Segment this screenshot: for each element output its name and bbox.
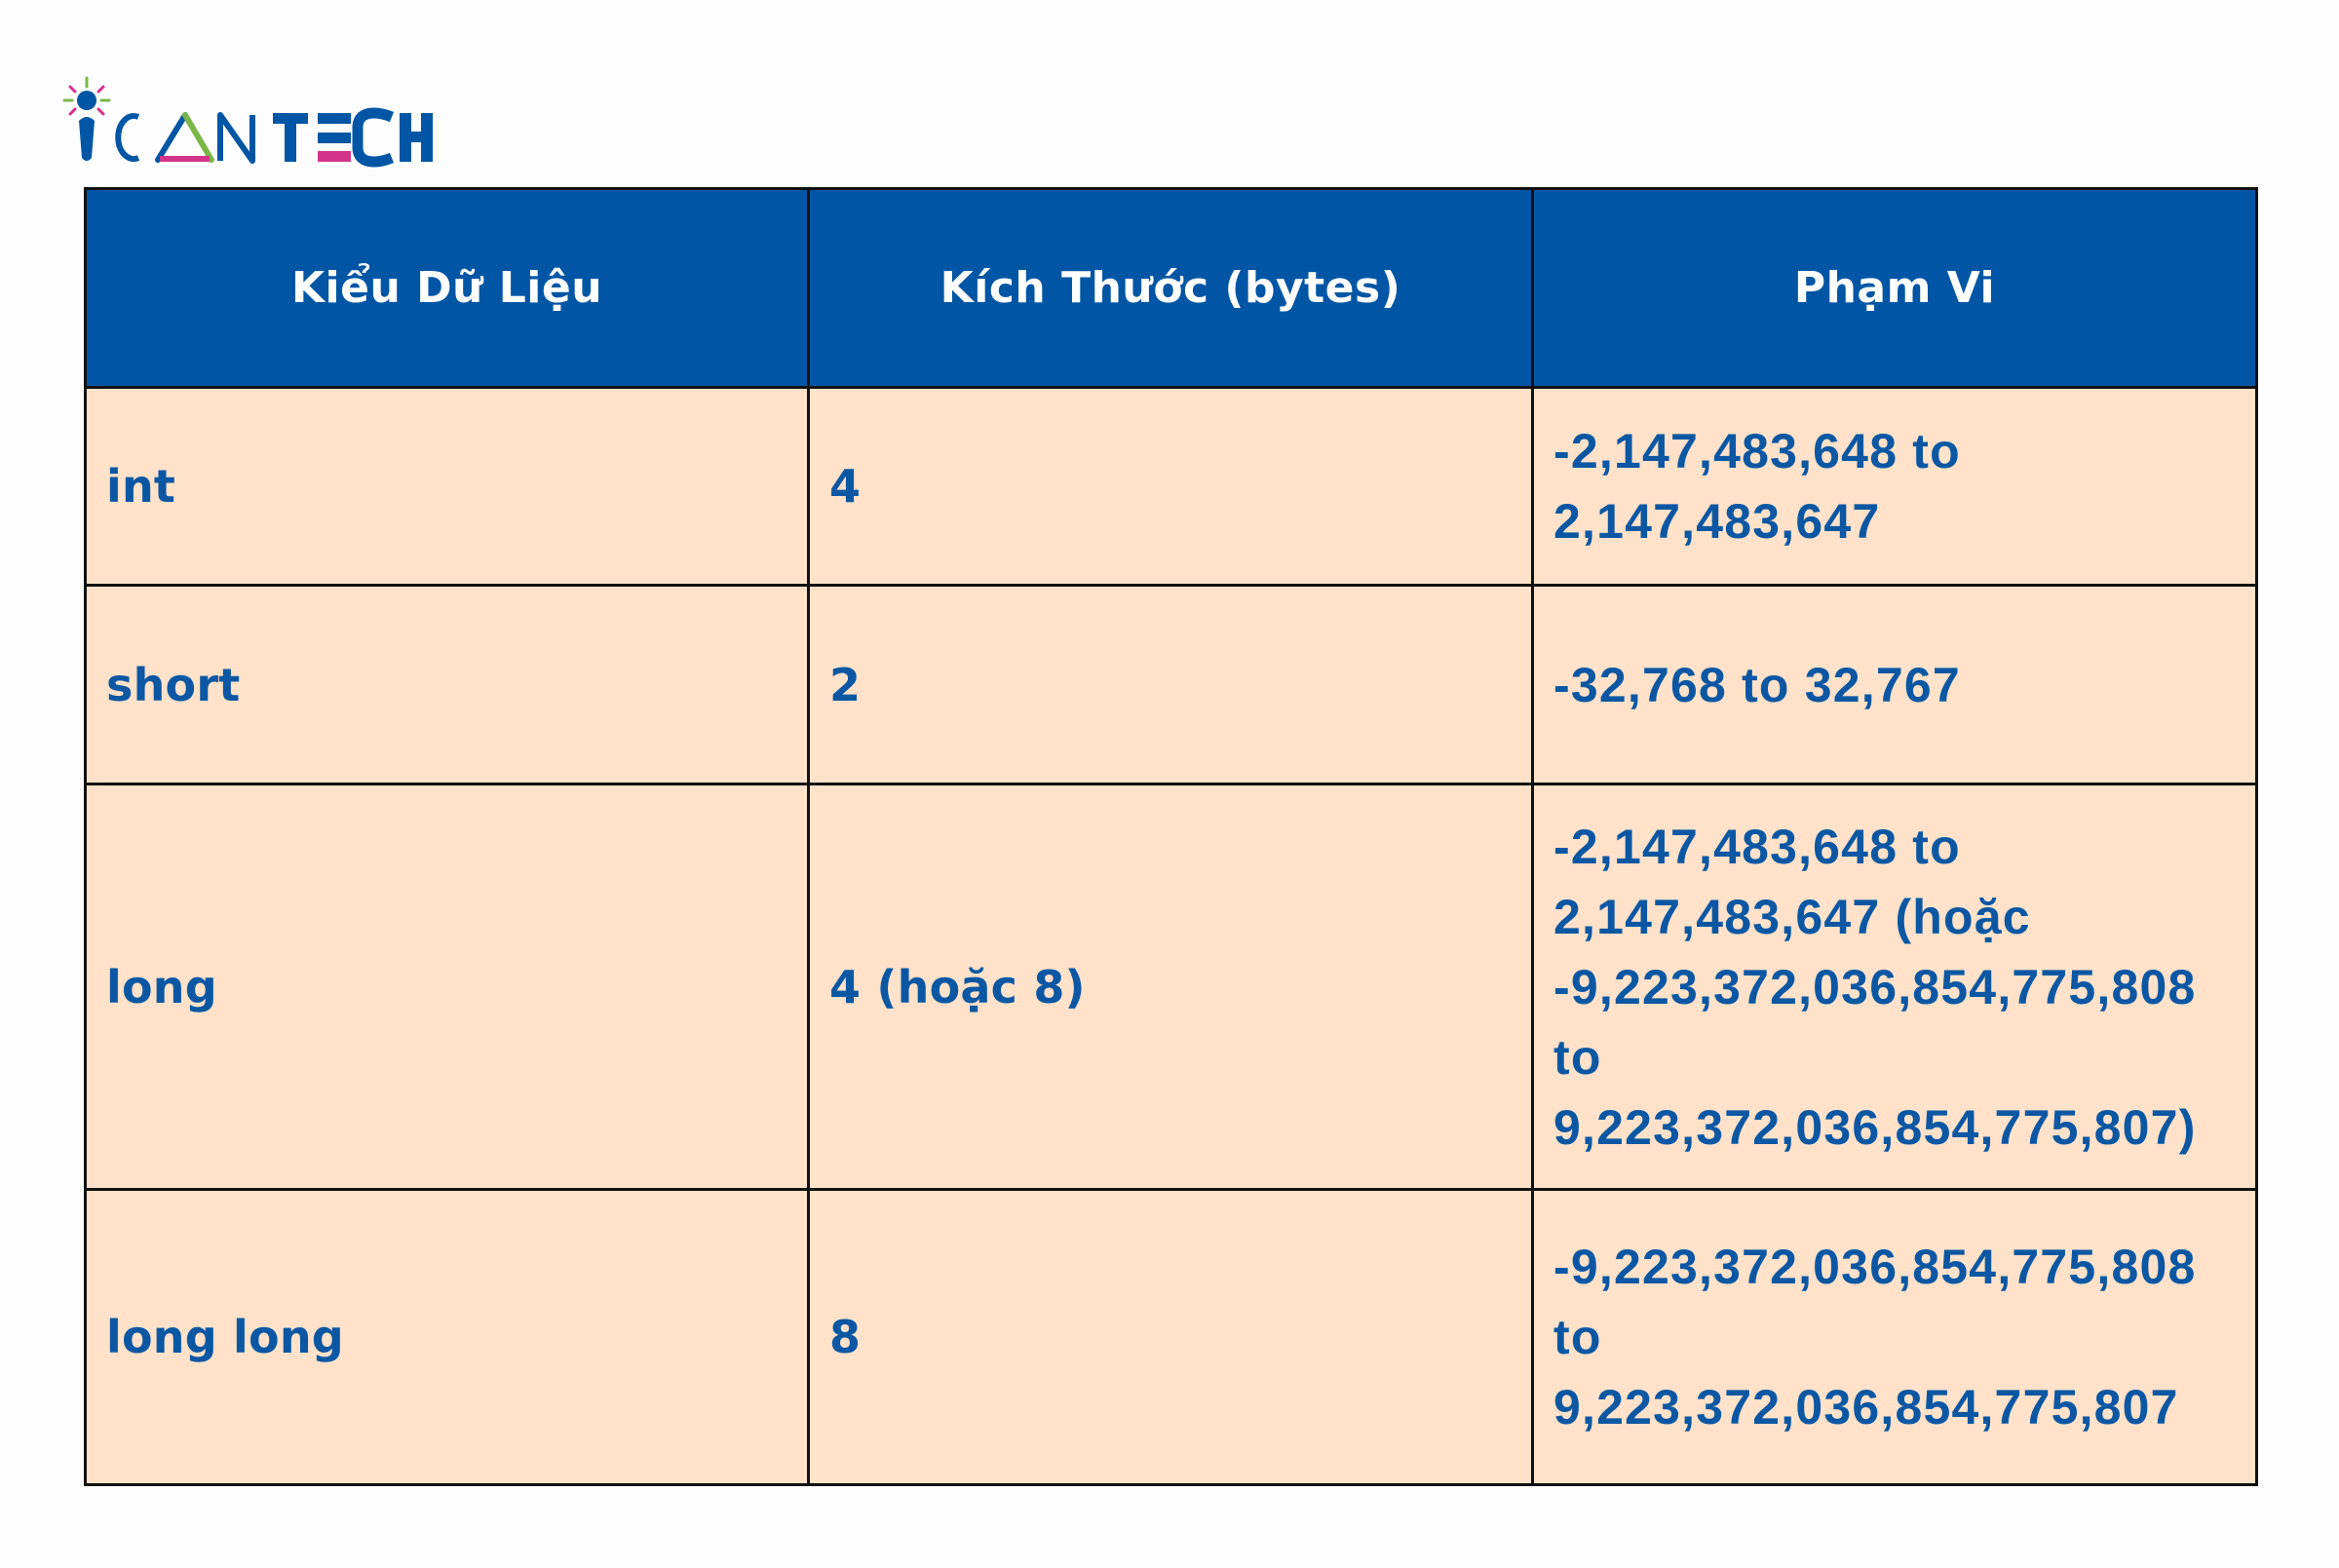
logo-letter-e [318,113,351,162]
table-row: int 4 -2,147,483,648 to 2,147,483,647 [84,386,2258,587]
cell-size: 4 (hoặc 8) [807,783,1534,1191]
table-row: long 4 (hoặc 8) -2,147,483,648 to 2,147,… [84,783,2258,1191]
cell-type: short [84,584,810,785]
table-header-row: Kiểu Dữ Liệu Kích Thước (bytes) Phạm Vi [84,187,2258,389]
cell-type: long [84,783,810,1191]
integer-types-table: Kiểu Dữ Liệu Kích Thước (bytes) Phạm Vi … [84,187,2258,1486]
logo-letter-c [115,113,140,162]
cell-size: 4 [807,386,1534,587]
cell-size: 8 [807,1188,1534,1486]
logo-letter-c-bold [352,107,395,168]
header-data-type: Kiểu Dữ Liệu [84,187,810,389]
table-row: long long 8 -9,223,372,036,854,775,808 t… [84,1188,2258,1486]
cell-range: -32,768 to 32,767 [1531,584,2258,785]
logo-letter-a-triangle [155,112,214,163]
cell-type: long long [84,1188,810,1486]
table-row: short 2 -32,768 to 32,767 [84,584,2258,785]
lightbulb-person-icon [62,76,111,161]
header-range: Phạm Vi [1531,187,2258,389]
icantech-logo [60,74,450,168]
cell-range: -9,223,372,036,854,775,808 to 9,223,372,… [1531,1188,2258,1486]
logo-letter-n [217,112,255,164]
cell-size: 2 [807,584,1534,785]
cell-range: -2,147,483,648 to 2,147,483,647 [1531,386,2258,587]
logo-letter-h [400,113,433,162]
cell-type: int [84,386,810,587]
logo-letter-t [273,113,308,162]
cell-range: -2,147,483,648 to 2,147,483,647 (hoặc -9… [1531,783,2258,1191]
header-size-bytes: Kích Thước (bytes) [807,187,1534,389]
